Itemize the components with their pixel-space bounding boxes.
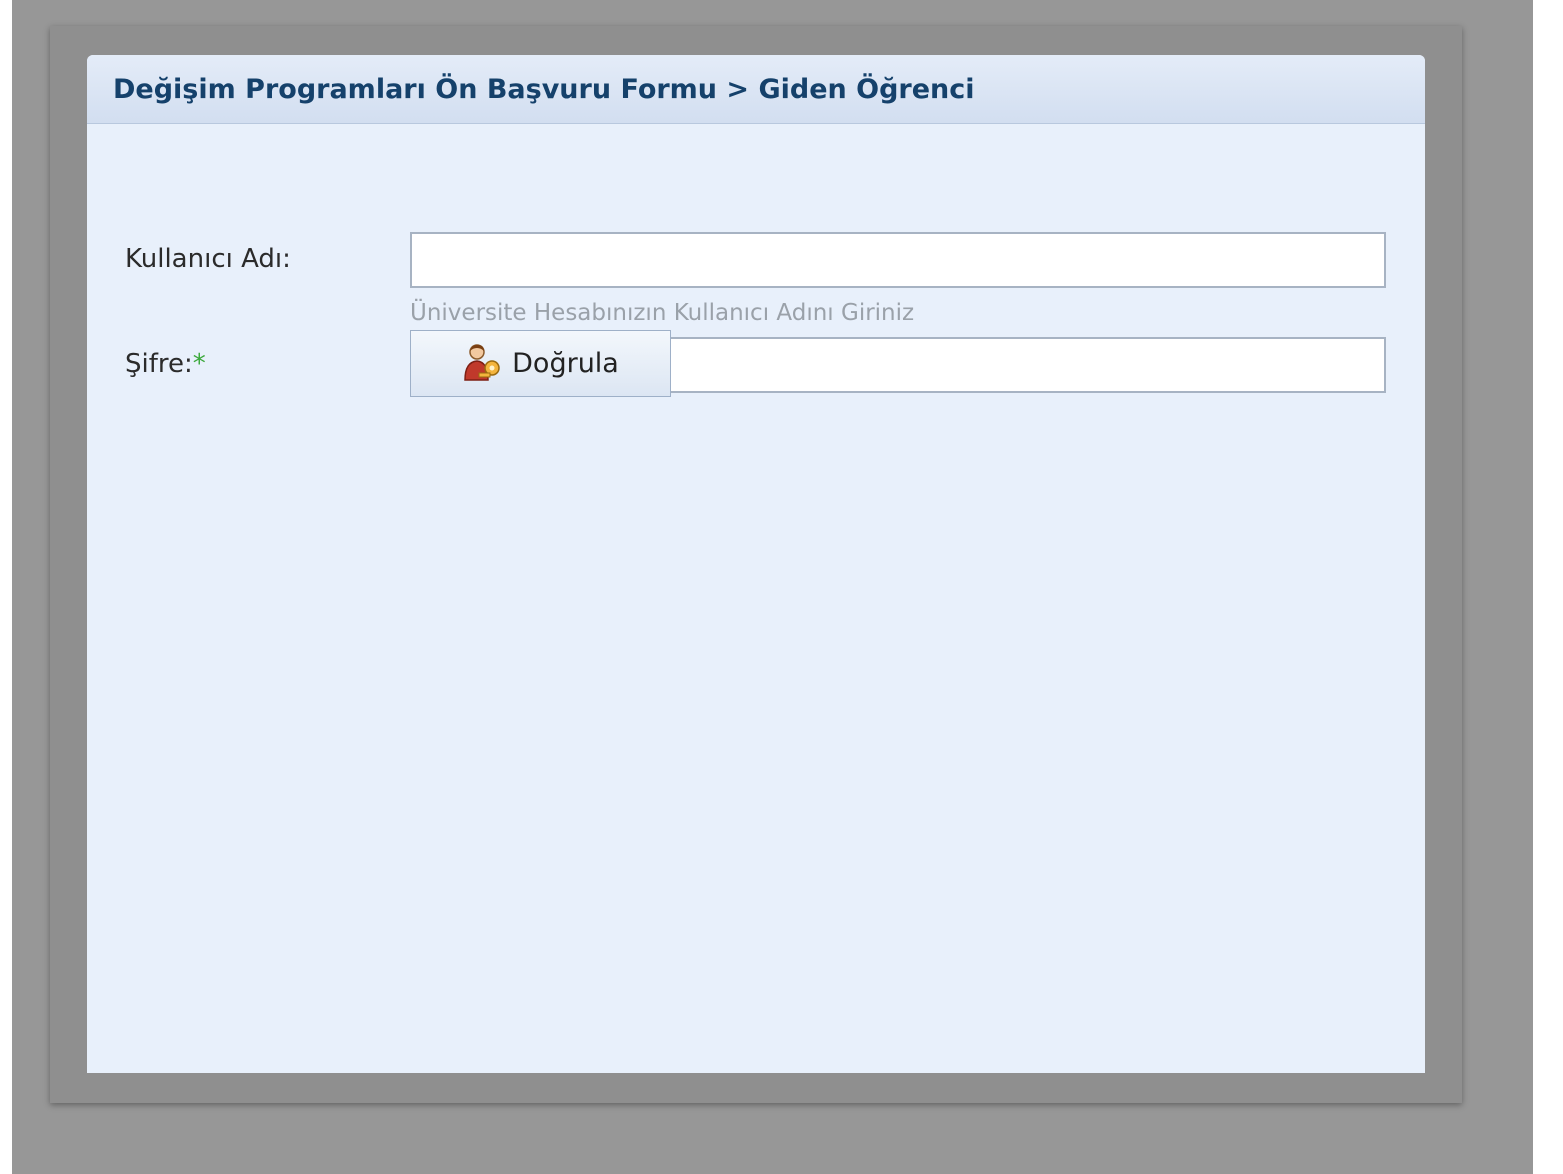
verify-button-label: Doğrula (512, 348, 619, 379)
username-label: Kullanıcı Adı: (125, 244, 291, 274)
login-window: Değişim Programları Ön Başvuru Formu > G… (50, 26, 1462, 1103)
username-input[interactable] (410, 232, 1386, 288)
panel-title: Değişim Programları Ön Başvuru Formu > G… (113, 73, 975, 105)
required-marker: * (192, 349, 206, 379)
panel-header: Değişim Programları Ön Başvuru Formu > G… (87, 55, 1425, 124)
username-hint: Üniversite Hesabınızın Kullanıcı Adını G… (410, 300, 915, 326)
user-key-icon (462, 342, 502, 386)
login-panel: Değişim Programları Ön Başvuru Formu > G… (87, 55, 1425, 1073)
password-label: Şifre:* (125, 349, 206, 379)
password-label-text: Şifre: (125, 349, 193, 379)
verify-button[interactable]: Doğrula (410, 330, 671, 397)
